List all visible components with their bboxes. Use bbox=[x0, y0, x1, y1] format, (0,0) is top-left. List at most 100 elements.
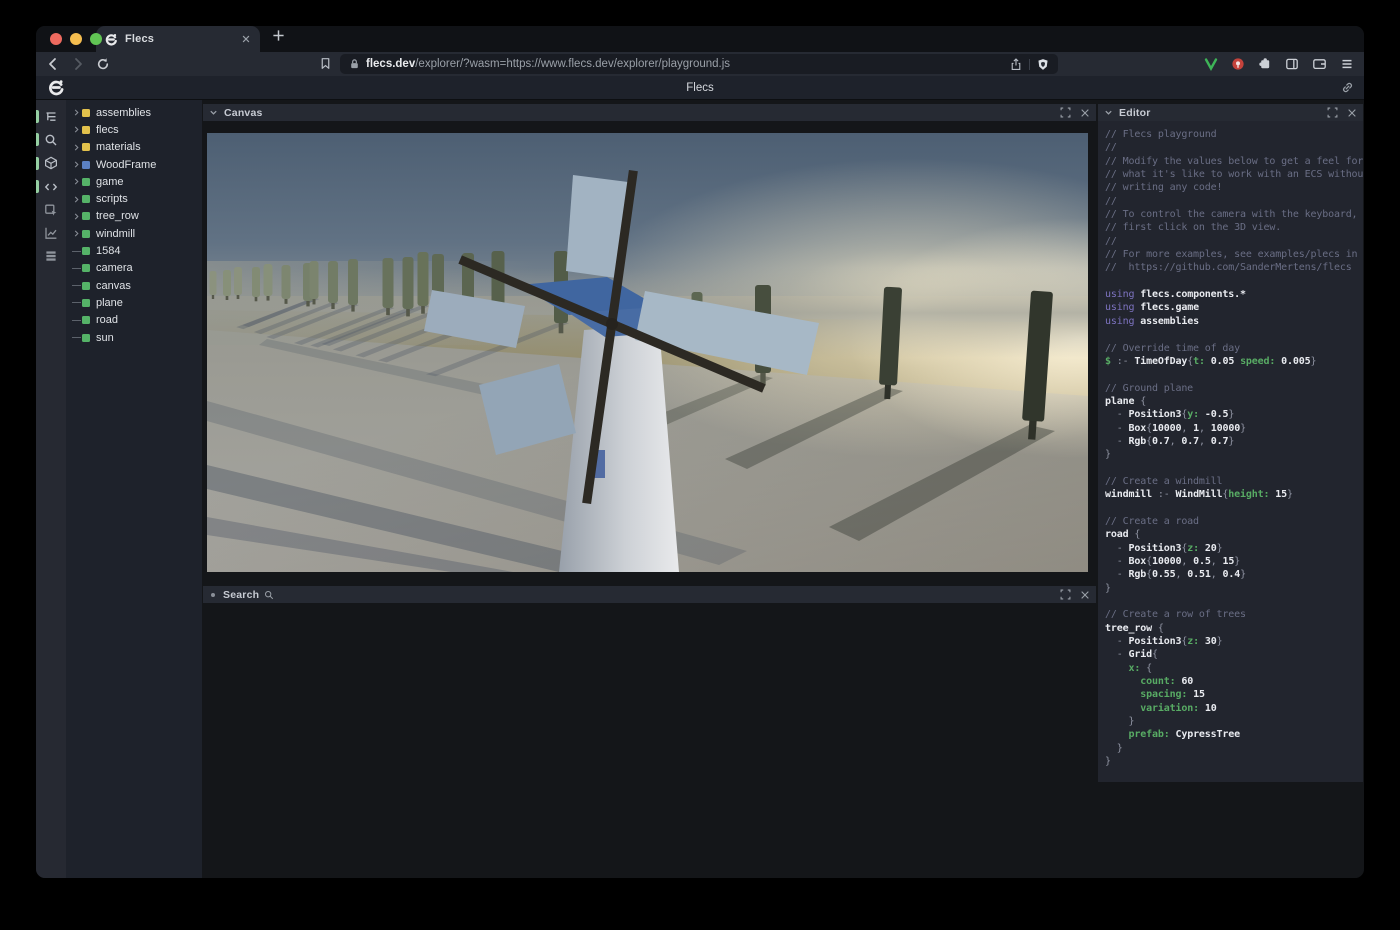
sidebar-search-icon[interactable] bbox=[36, 128, 66, 151]
maximize-window-button[interactable] bbox=[90, 33, 102, 45]
extension-v-icon[interactable] bbox=[1204, 57, 1218, 71]
close-window-button[interactable] bbox=[50, 33, 62, 45]
tree-item-windmill[interactable]: windmill bbox=[66, 225, 202, 242]
code-line bbox=[1105, 595, 1363, 608]
tree-item-label: sun bbox=[96, 332, 114, 344]
tab-close-icon[interactable] bbox=[241, 34, 251, 44]
expand-chevron-icon[interactable] bbox=[71, 230, 82, 237]
url-path: /explorer/?wasm=https://www.flecs.dev/ex… bbox=[415, 58, 1010, 70]
search-panel-header: Search bbox=[203, 586, 1096, 603]
expand-chevron-icon[interactable] bbox=[71, 144, 82, 151]
tree-item-tree_row[interactable]: tree_row bbox=[66, 208, 202, 225]
expand-chevron-icon[interactable] bbox=[71, 126, 82, 133]
close-panel-icon[interactable] bbox=[1347, 108, 1357, 118]
permalink-icon[interactable] bbox=[1341, 81, 1354, 99]
expand-chevron-icon[interactable] bbox=[71, 161, 82, 168]
tree-item-road[interactable]: road bbox=[66, 312, 202, 329]
code-editor[interactable]: // Flecs playground//// Modify the value… bbox=[1098, 121, 1363, 782]
extension-red-icon[interactable] bbox=[1231, 57, 1245, 71]
close-panel-icon[interactable] bbox=[1080, 108, 1090, 118]
entity-color-square bbox=[82, 109, 90, 117]
window-controls[interactable] bbox=[50, 33, 102, 45]
cypress-tree bbox=[310, 261, 319, 304]
code-line: using assemblies bbox=[1105, 315, 1363, 328]
code-line: } bbox=[1105, 742, 1363, 755]
minimize-window-button[interactable] bbox=[70, 33, 82, 45]
expand-chevron-icon[interactable] bbox=[71, 178, 82, 185]
address-bar[interactable]: flecs.dev /explorer/?wasm=https://www.fl… bbox=[340, 54, 1058, 74]
expand-chevron-icon[interactable] bbox=[71, 213, 82, 220]
tree-item-canvas[interactable]: canvas bbox=[66, 277, 202, 294]
cypress-tree bbox=[383, 258, 394, 315]
tree-item-flecs[interactable]: flecs bbox=[66, 121, 202, 138]
tree-item-plane[interactable]: plane bbox=[66, 294, 202, 311]
tree-item-scripts[interactable]: scripts bbox=[66, 190, 202, 207]
code-line: // bbox=[1105, 141, 1363, 154]
close-panel-icon[interactable] bbox=[1080, 590, 1090, 600]
new-tab-button[interactable] bbox=[272, 29, 285, 47]
brave-shield-icon[interactable] bbox=[1037, 58, 1049, 71]
sidebar-chart-icon[interactable] bbox=[36, 221, 66, 244]
code-line: variation: 10 bbox=[1105, 702, 1363, 715]
sidebar-entities-icon[interactable] bbox=[36, 105, 66, 128]
code-line: // writing any code! bbox=[1105, 181, 1363, 194]
fullscreen-icon[interactable] bbox=[1327, 107, 1338, 118]
wallet-icon[interactable] bbox=[1312, 57, 1327, 71]
code-line: // Override time of day bbox=[1105, 342, 1363, 355]
tree-item-label: camera bbox=[96, 262, 133, 274]
collapse-chevron-icon[interactable] bbox=[209, 108, 218, 117]
extensions-puzzle-icon[interactable] bbox=[1258, 57, 1272, 71]
expand-chevron-icon[interactable] bbox=[71, 109, 82, 116]
code-line: tree_row { bbox=[1105, 622, 1363, 635]
canvas-3d-view[interactable] bbox=[207, 133, 1088, 572]
menu-icon[interactable] bbox=[1340, 57, 1354, 71]
entity-color-square bbox=[82, 282, 90, 290]
code-line bbox=[1105, 328, 1363, 341]
code-line: - Box{10000, 1, 10000} bbox=[1105, 422, 1363, 435]
fullscreen-icon[interactable] bbox=[1060, 589, 1071, 600]
tab-flecs[interactable]: Flecs bbox=[96, 26, 260, 52]
code-line: // bbox=[1105, 235, 1363, 248]
tree-item-camera[interactable]: camera bbox=[66, 260, 202, 277]
entity-color-square bbox=[82, 212, 90, 220]
bookmark-icon[interactable] bbox=[319, 57, 332, 75]
sidebar-query-icon[interactable] bbox=[36, 198, 66, 221]
tree-item-materials[interactable]: materials bbox=[66, 139, 202, 156]
code-line: // Create a road bbox=[1105, 515, 1363, 528]
code-line: // bbox=[1105, 195, 1363, 208]
back-button[interactable] bbox=[44, 55, 62, 73]
search-collapsed-dot[interactable] bbox=[211, 593, 215, 597]
plus-icon bbox=[272, 29, 285, 42]
code-line: using flecs.components.* bbox=[1105, 288, 1363, 301]
expand-chevron-icon[interactable] bbox=[71, 196, 82, 203]
forward-button[interactable] bbox=[69, 55, 87, 73]
entity-color-square bbox=[82, 195, 90, 203]
screen: Flecs bbox=[0, 0, 1400, 930]
tree-item-label: scripts bbox=[96, 193, 128, 205]
tree-item-sun[interactable]: sun bbox=[66, 329, 202, 346]
entity-tree-panel: assembliesflecsmaterialsWoodFrame game scr… bbox=[66, 100, 202, 878]
cypress-tree bbox=[348, 259, 358, 312]
reload-button[interactable] bbox=[94, 55, 112, 73]
tree-item-game[interactable]: game bbox=[66, 173, 202, 190]
tab-bar: Flecs bbox=[36, 26, 1364, 52]
tree-item-assemblies[interactable]: assemblies bbox=[66, 104, 202, 121]
collapse-chevron-icon[interactable] bbox=[1104, 108, 1113, 117]
divider bbox=[1029, 59, 1030, 70]
code-line: // For more examples, see examples/plecs… bbox=[1105, 248, 1363, 261]
code-line: x: { bbox=[1105, 662, 1363, 675]
sidebar-toggle-icon[interactable] bbox=[1285, 57, 1299, 71]
code-line bbox=[1105, 275, 1363, 288]
share-icon[interactable] bbox=[1010, 58, 1022, 71]
sidebar-code-icon[interactable] bbox=[36, 175, 66, 198]
editor-panel-title: Editor bbox=[1119, 107, 1321, 119]
sidebar-scene-icon[interactable] bbox=[36, 152, 66, 175]
tree-item-WoodFrame[interactable]: WoodFrame bbox=[66, 156, 202, 173]
tree-item-1584[interactable]: 1584 bbox=[66, 242, 202, 259]
code-line: spacing: 15 bbox=[1105, 688, 1363, 701]
sidebar-stats-icon[interactable] bbox=[36, 245, 66, 268]
tree-item-label: game bbox=[96, 176, 124, 188]
tree-item-label: plane bbox=[96, 297, 123, 309]
fullscreen-icon[interactable] bbox=[1060, 107, 1071, 118]
tree-item-label: windmill bbox=[96, 228, 135, 240]
